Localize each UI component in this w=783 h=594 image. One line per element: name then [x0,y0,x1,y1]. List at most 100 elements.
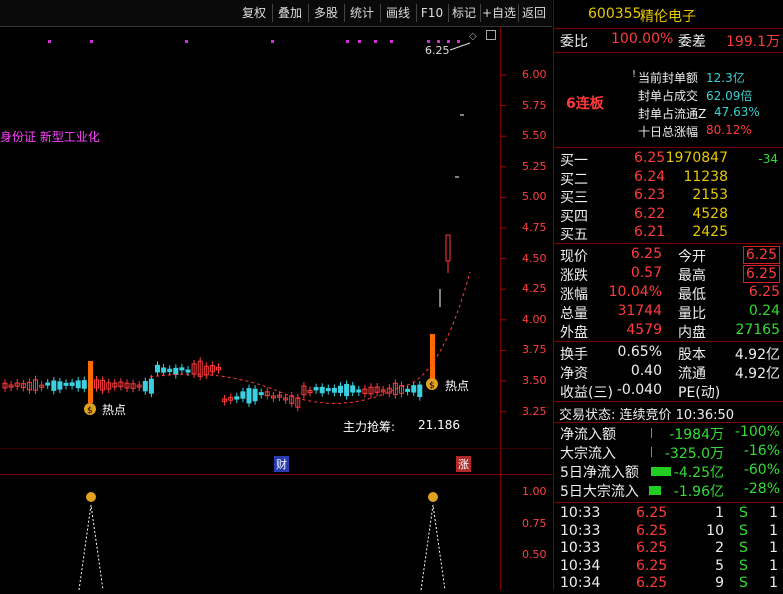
stat-value: 31744 [617,303,662,319]
quote-stats-2: 换手 0.65% 股本 4.92亿 净资 0.40 流通 4.92亿 收益(三) -0.040 PE… [554,342,783,402]
concept-label: 身份证 新型工业化 [0,128,100,145]
bid-label: 买三 [560,187,588,207]
stat-row: 现价 6.25 今开 6.25 [554,246,783,265]
stock-name: 精伦电子 [640,6,696,26]
tick-count: 1 [769,540,778,556]
flow-label: 5日净流入额 [560,462,639,482]
candle-body [58,382,62,389]
tick-count: 1 [769,523,778,539]
stat-row: 净资 0.40 流通 4.92亿 [554,363,783,382]
kline-chart-area[interactable]: $ $ 身份证 新型工业化 6.25 ◇ 热点 热点 主力抢筹: 21.186 财… [0,27,552,590]
candle-body [168,369,172,371]
tick-row[interactable]: 10:33 6.25 10 S 1 [554,523,783,542]
weibi-label: 委比 [560,31,588,51]
bid-price: 6.25 [634,150,665,166]
candle-body [52,381,56,390]
candle-body [320,387,324,392]
stat-row: 外盘 4579 内盘 27165 [554,322,783,341]
stat-label-2: 最高 [678,265,706,285]
badge-zhang[interactable]: 涨 [456,456,471,472]
price-tick: 4.75 [522,221,547,234]
candle-body [162,368,166,372]
weibi-value: 100.00% [611,31,673,47]
stat-label: 涨跌 [560,265,588,285]
multi-stock-button[interactable]: 多股 [308,4,345,22]
tick-row[interactable]: 10:33 6.25 2 S 1 [554,540,783,559]
seal-float-label: 封单占流通Z [638,105,706,122]
restore-rights-button[interactable]: 复权 [236,4,273,22]
bid-book: 买一 6.25 1970847 -34 买二 6.24 11238 买三 6.23 2153 买四 6… [554,148,783,244]
tick-price: 6.25 [636,575,667,591]
stat-value: 0.40 [631,363,662,379]
flow-label: 5日大宗流入 [560,481,639,501]
flow-bar [649,486,661,495]
kline-svg: $$ [0,27,552,590]
mark-button[interactable]: 标记 [448,4,481,22]
tick-volume: 9 [715,575,724,591]
stat-value-2: 4.92亿 [735,344,780,364]
diamond-icon[interactable]: ◇ [469,31,477,42]
stat-label: 涨幅 [560,284,588,304]
bid-price: 6.23 [634,187,665,203]
stat-label-2: 最低 [678,284,706,304]
draw-line-button[interactable]: 画线 [380,4,417,22]
stat-value: 0.57 [631,265,662,281]
candle-body [235,397,239,399]
bid-row[interactable]: 买二 6.24 11238 [554,169,783,188]
bid-price: 6.24 [634,169,665,185]
indicator-spike [421,505,445,590]
stat-label-2: PE(动) [678,382,720,402]
bid-volume: 2153 [692,187,728,203]
stat-label-2: 内盘 [678,322,706,342]
indicator-tick: 0.50 [522,548,547,561]
top-dot [390,40,393,43]
stat-label-2: 流通 [678,363,706,383]
top-dot [90,40,93,43]
tick-row[interactable]: 10:34 6.25 5 S 1 [554,558,783,577]
candle-body [149,379,153,393]
top-dot [457,40,460,43]
price-tick: 5.75 [522,99,547,112]
tick-volume: 2 [715,540,724,556]
back-button[interactable]: 返回 [518,4,550,22]
tick-row[interactable]: 10:33 6.25 1 S 1 [554,505,783,524]
quote-panel: 600355 精伦电子 委比 100.00% 委差 199.1万 6连板 ! 当… [553,0,783,590]
f10-button[interactable]: F10 [416,4,449,22]
bid-row[interactable]: 买一 6.25 1970847 -34 [554,150,783,169]
overlay-button[interactable]: 叠加 [272,4,309,22]
stat-value-2: 0.24 [749,303,780,319]
tick-row[interactable]: 10:34 6.25 9 S 1 [554,575,783,594]
capital-flow-section: 净流入额 -1984万 -100% 大宗流入 -325.0万 -16% 5日净流入额 -4.2… [554,423,783,503]
candle-body [357,390,361,392]
flow-row: 5日净流入额 -4.25亿 -60% [554,462,783,481]
badge-cai[interactable]: 财 [274,456,289,472]
stat-value: -0.040 [617,382,662,398]
statistics-button[interactable]: 统计 [344,4,381,22]
candle-body [241,392,245,398]
candle-body [64,383,68,385]
candle-body [186,370,190,372]
stat-label: 净资 [560,363,588,383]
bid-label: 买一 [560,150,588,170]
chart-toolbar: 复权 叠加 多股 统计 画线 F10 标记 +自选 返回 [0,0,552,27]
tick-side: S [739,540,748,556]
bid-label: 买四 [560,206,588,226]
stat-value: 4579 [626,322,662,338]
window-toggle-icon[interactable] [486,30,496,40]
price-tick: 5.25 [522,160,547,173]
add-watchlist-button[interactable]: +自选 [480,4,519,22]
bid-volume: 11238 [683,169,728,185]
bid-row[interactable]: 买三 6.23 2153 [554,187,783,206]
last-price-marker: 6.25 [425,44,450,57]
price-tick: 5.50 [522,129,547,142]
stat-row: 换手 0.65% 股本 4.92亿 [554,344,783,363]
top-dot [346,40,349,43]
candle-body [412,386,416,392]
stock-code: 600355 [588,6,641,22]
bid-row[interactable]: 买五 6.21 2425 [554,224,783,243]
stat-row: 涨幅 10.04% 最低 6.25 [554,284,783,303]
bid-row[interactable]: 买四 6.22 4528 [554,206,783,225]
main-force-value: 21.186 [418,418,460,432]
tick-list[interactable]: 10:33 6.25 1 S 1 10:33 6.25 10 S 1 10:33 6.25 2 S 1 10:… [554,503,783,590]
tick-time: 10:34 [560,575,600,591]
